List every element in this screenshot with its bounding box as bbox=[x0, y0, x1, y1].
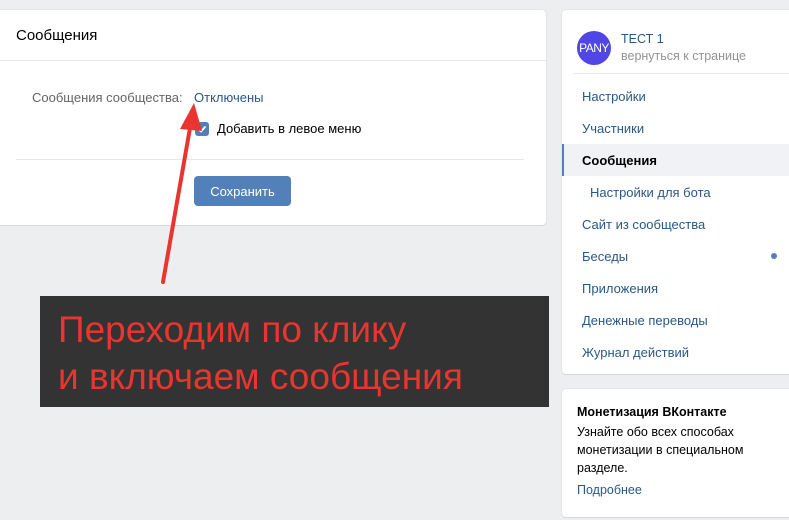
sidebar-item-action-log[interactable]: Журнал действий bbox=[562, 336, 789, 368]
monetization-promo-card: Монетизация ВКонтакте Узнайте обо всех с… bbox=[562, 389, 789, 517]
back-to-page-link[interactable]: вернуться к странице bbox=[621, 49, 746, 63]
annotation-line-1: Переходим по клику bbox=[58, 309, 407, 350]
annotation-line-2: и включаем сообщения bbox=[58, 356, 463, 397]
page-title: Сообщения bbox=[0, 10, 546, 61]
sidebar-item-bot-settings[interactable]: Настройки для бота bbox=[562, 176, 789, 208]
sidebar-item-members[interactable]: Участники bbox=[562, 112, 789, 144]
sidebar-item-community-site[interactable]: Сайт из сообщества bbox=[562, 208, 789, 240]
instruction-annotation: Переходим по клику и включаем сообщения bbox=[40, 296, 549, 407]
avatar[interactable]: PANY bbox=[577, 30, 611, 65]
checkbox-checked-icon[interactable] bbox=[195, 121, 209, 136]
promo-text: Узнайте обо всех способах монетизации в … bbox=[577, 425, 744, 475]
group-header: PANY ТЕСТ 1 вернуться к странице bbox=[562, 10, 789, 70]
divider bbox=[574, 73, 789, 74]
sidebar-item-settings[interactable]: Настройки bbox=[562, 80, 789, 112]
sidebar-item-apps[interactable]: Приложения bbox=[562, 272, 789, 304]
messages-field-label: Сообщения сообщества: bbox=[32, 90, 183, 105]
sidebar-item-messages[interactable]: Сообщения bbox=[562, 144, 789, 176]
sidebar-item-money-transfers[interactable]: Денежные переводы bbox=[562, 304, 789, 336]
add-to-left-menu-option[interactable]: Добавить в левое меню bbox=[195, 121, 361, 136]
sidebar-item-chats[interactable]: Беседы bbox=[562, 240, 789, 272]
sidebar-item-label: Беседы bbox=[582, 248, 629, 264]
community-sidebar: PANY ТЕСТ 1 вернуться к странице Настрой… bbox=[562, 10, 789, 374]
messages-settings-card: Сообщения Сообщения сообщества: Отключен… bbox=[0, 10, 546, 225]
notification-dot-icon bbox=[771, 253, 777, 259]
promo-title: Монетизация ВКонтакте bbox=[577, 405, 727, 419]
add-to-left-menu-label: Добавить в левое меню bbox=[217, 121, 362, 136]
divider bbox=[16, 159, 524, 160]
save-button[interactable]: Сохранить bbox=[194, 176, 291, 206]
promo-more-link[interactable]: Подробнее bbox=[577, 483, 789, 497]
messages-status-dropdown[interactable]: Отключены bbox=[194, 90, 263, 105]
group-name-link[interactable]: ТЕСТ 1 bbox=[621, 32, 746, 46]
